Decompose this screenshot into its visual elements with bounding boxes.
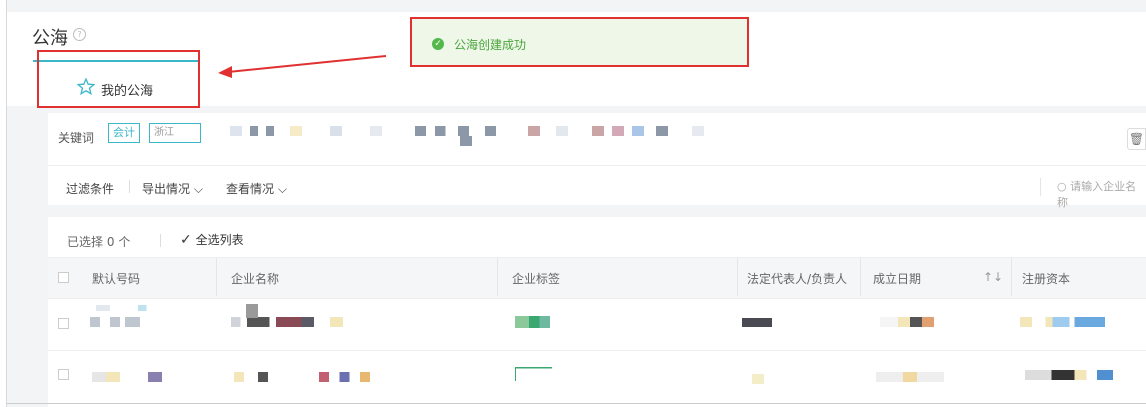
tab-my-sea[interactable]: 我的公海 — [37, 50, 200, 108]
redacted-cell — [246, 304, 258, 318]
keyword-tag[interactable]: 会计 — [108, 123, 140, 143]
row-divider — [48, 350, 1146, 351]
view-menu[interactable]: 查看情况 ⌵ — [226, 180, 287, 197]
column-divider — [737, 258, 738, 296]
export-label: 导出情况 — [142, 182, 191, 196]
export-menu[interactable]: 导出情况 ⌵ — [142, 180, 203, 197]
redacted-cell — [1020, 317, 1105, 327]
redacted-cell — [234, 372, 404, 382]
column-divider — [1011, 258, 1012, 296]
column-divider — [860, 258, 861, 296]
column-divider — [216, 258, 217, 296]
help-icon[interactable]: ? — [73, 28, 86, 41]
redacted-cell — [92, 372, 162, 382]
redacted-cell — [96, 305, 236, 311]
selection-unit: 个 — [118, 235, 131, 249]
redacted-keywords — [460, 136, 472, 146]
redacted-cell — [880, 317, 940, 327]
filter-conditions-button[interactable]: 过滤条件 — [66, 180, 114, 197]
select-all-label: 全选列表 — [195, 233, 244, 247]
divider — [48, 165, 1146, 166]
page-title: 公海 — [32, 28, 68, 49]
row-checkbox[interactable] — [58, 318, 69, 329]
redacted-cell — [515, 316, 550, 328]
sort-icon[interactable]: ↑↓ — [983, 270, 1003, 284]
toast-message: 公海创建成功 — [454, 38, 527, 52]
column-header[interactable]: 企业名称 — [231, 270, 279, 287]
view-label: 查看情况 — [226, 182, 275, 196]
selection-number: 0 — [106, 235, 115, 249]
frame-border — [7, 403, 1146, 404]
search-icon: ○ — [1057, 180, 1067, 193]
redacted-keywords — [528, 126, 728, 136]
redacted-keywords — [230, 126, 430, 136]
search-input[interactable]: ○ 请输入企业名称 — [1040, 178, 1146, 209]
selection-label: 已选择 — [67, 235, 104, 249]
column-header[interactable]: 企业标签 — [512, 270, 560, 287]
divider — [160, 234, 161, 247]
redacted-cell — [231, 317, 391, 327]
keyword-tag[interactable]: 浙江 — [149, 123, 201, 143]
chevron-down-icon: ⌵ — [277, 182, 287, 196]
selection-count: 已选择 0 个 — [67, 233, 130, 250]
column-divider — [497, 258, 498, 296]
column-header[interactable]: 注册资本 — [1022, 270, 1070, 287]
header-checkbox[interactable] — [58, 272, 69, 283]
redacted-cell — [1025, 370, 1113, 380]
keyword-label: 关键词 — [58, 131, 95, 145]
check-circle-icon: ✓ — [432, 38, 444, 50]
redacted-cell — [742, 318, 772, 327]
divider — [129, 180, 130, 193]
redacted-cell — [515, 367, 552, 381]
table-header — [48, 257, 1146, 299]
success-toast: ✓ 公海创建成功 — [410, 17, 749, 67]
check-icon: ✓ — [180, 232, 192, 248]
trash-icon[interactable]: 🗑 — [1127, 128, 1146, 150]
column-header[interactable]: 成立日期 — [873, 270, 921, 287]
annotation-arrow — [218, 55, 387, 78]
column-header[interactable]: 默认号码 — [92, 270, 140, 287]
select-all-button[interactable]: ✓ 全选列表 — [180, 231, 244, 248]
star-icon — [76, 77, 96, 99]
row-checkbox[interactable] — [58, 369, 69, 380]
redacted-cell — [90, 317, 140, 327]
tab-label: 我的公海 — [101, 84, 154, 99]
redacted-cell — [752, 374, 764, 384]
column-header[interactable]: 法定代表人/负责人 — [747, 270, 847, 287]
redacted-cell — [876, 372, 944, 382]
chevron-down-icon: ⌵ — [193, 182, 203, 196]
redacted-keywords — [415, 126, 505, 136]
